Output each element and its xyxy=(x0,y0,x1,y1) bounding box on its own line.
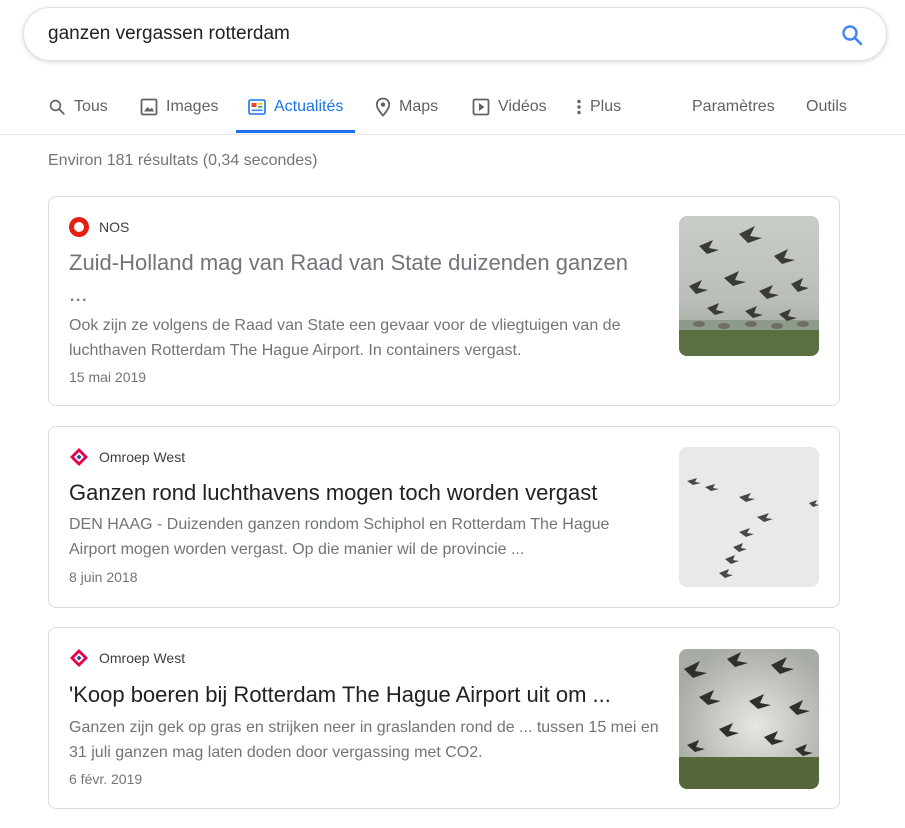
nos-logo-icon xyxy=(69,217,89,237)
tab-label: Actualités xyxy=(274,98,344,115)
result-source: Omroep West xyxy=(69,648,185,668)
result-date: 8 juin 2018 xyxy=(69,569,138,585)
result-title[interactable]: 'Koop boeren bij Rotterdam The Hague Air… xyxy=(69,679,649,710)
omroep-west-logo-icon xyxy=(70,448,88,466)
search-icon xyxy=(49,99,65,115)
result-date: 6 févr. 2019 xyxy=(69,771,143,787)
result-snippet: Ook zijn ze volgens de Raad van State ee… xyxy=(69,317,621,359)
search-tabs: Tous Images Actualités Maps Vidéos Plus … xyxy=(0,82,905,135)
tab-label: Images xyxy=(166,98,219,115)
tab-videos[interactable]: Vidéos xyxy=(472,82,547,132)
settings-link[interactable]: Paramètres xyxy=(692,82,775,132)
tab-maps[interactable]: Maps xyxy=(375,82,438,132)
map-pin-icon xyxy=(375,97,391,117)
tab-label: Maps xyxy=(399,98,439,115)
tab-news[interactable]: Actualités xyxy=(236,82,356,133)
tab-all[interactable]: Tous xyxy=(48,82,108,132)
source-name: Omroep West xyxy=(99,449,186,465)
result-snippet: DEN HAAG - Duizenden ganzen rondom Schip… xyxy=(69,516,610,558)
search-input[interactable]: ganzen vergassen rotterdam xyxy=(48,23,290,45)
tab-more[interactable]: Plus xyxy=(576,82,621,132)
geese-photo xyxy=(679,447,819,587)
tab-label: Tous xyxy=(74,98,108,115)
result-source: Omroep West xyxy=(69,447,185,467)
tab-label: Vidéos xyxy=(498,98,547,115)
results-stats: Environ 181 résultats (0,34 secondes) xyxy=(48,152,318,169)
news-result-card[interactable]: Omroep West 'Koop boeren bij Rotterdam T… xyxy=(48,627,840,809)
source-name: NOS xyxy=(99,219,130,235)
result-thumbnail[interactable] xyxy=(679,216,819,356)
news-result-card[interactable]: NOS Zuid-Holland mag van Raad van State … xyxy=(48,196,840,406)
news-result-card[interactable]: Omroep West Ganzen rond luchthavens moge… xyxy=(48,426,840,608)
source-name: Omroep West xyxy=(99,650,186,666)
result-date: 15 mai 2019 xyxy=(69,369,147,385)
result-thumbnail[interactable] xyxy=(679,447,819,587)
news-icon xyxy=(248,99,266,115)
result-snippet: Ganzen zijn gek op gras en strijken neer… xyxy=(69,719,659,761)
geese-photo xyxy=(679,216,819,356)
tab-label: Plus xyxy=(590,98,622,115)
more-vert-icon xyxy=(577,99,581,115)
tools-link[interactable]: Outils xyxy=(806,82,847,132)
video-icon xyxy=(472,98,490,116)
geese-photo xyxy=(679,649,819,789)
search-box[interactable]: ganzen vergassen rotterdam xyxy=(23,7,887,61)
image-icon xyxy=(140,98,158,116)
omroep-west-logo-icon xyxy=(70,649,88,667)
tab-images[interactable]: Images xyxy=(140,82,218,132)
search-icon[interactable] xyxy=(840,23,864,47)
result-title[interactable]: Zuid-Holland mag van Raad van State duiz… xyxy=(69,247,649,309)
result-title[interactable]: Ganzen rond luchthavens mogen toch worde… xyxy=(69,477,649,508)
result-source: NOS xyxy=(69,217,129,237)
result-thumbnail[interactable] xyxy=(679,649,819,789)
